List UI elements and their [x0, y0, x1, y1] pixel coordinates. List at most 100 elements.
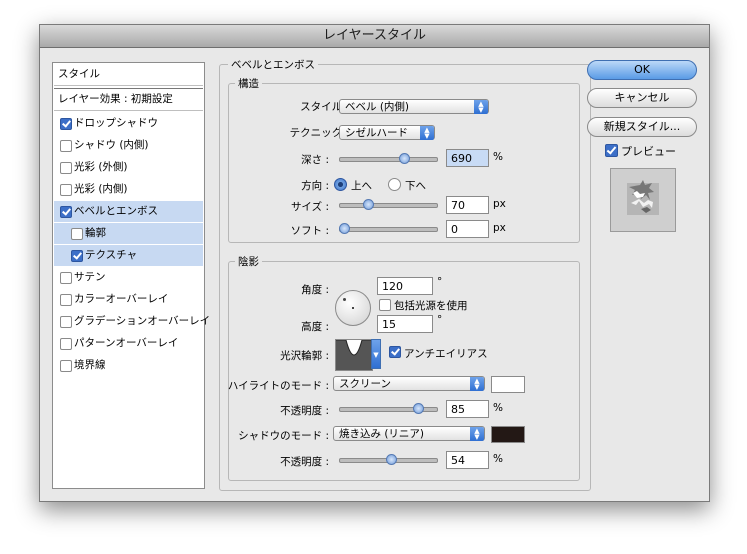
styles-header[interactable]: スタイル	[54, 64, 203, 86]
shadow-opacity-unit: %	[493, 453, 503, 465]
style-item[interactable]: パターンオーバーレイ	[54, 333, 203, 354]
preview-checkbox[interactable]	[605, 144, 618, 157]
bevel-section-title: ベベルとエンボス	[228, 57, 318, 72]
soften-unit: px	[493, 222, 506, 234]
size-slider-thumb[interactable]	[363, 199, 375, 210]
depth-slider-track[interactable]	[339, 157, 438, 162]
style-item-label: 光彩 (外側)	[74, 161, 128, 173]
shadow-color-swatch[interactable]	[491, 426, 525, 443]
shading-title: 陰影	[235, 254, 262, 269]
window-title: レイヤースタイル	[40, 25, 709, 48]
highlight-mode-select[interactable]: スクリーン ▲ ▼	[333, 376, 485, 391]
direction-label: 方向 :	[301, 180, 329, 192]
style-item[interactable]: 境界線	[54, 355, 203, 376]
shadow-opacity-input[interactable]: 54	[446, 451, 489, 469]
gloss-contour-label: 光沢輪郭 :	[280, 350, 329, 362]
style-item-checkbox[interactable]	[60, 162, 72, 174]
structure-group: 構造 スタイル : ベベル (内側) ▲ ▼ テクニック : シゼルハード ▲ ▼ …	[228, 76, 580, 243]
shadow-opacity-label: 不透明度 :	[280, 456, 329, 468]
style-item-label: カラーオーバーレイ	[74, 293, 169, 305]
shadow-mode-select[interactable]: 焼き込み (リニア) ▲ ▼	[333, 426, 485, 441]
contour-curve-icon	[336, 340, 372, 370]
style-item[interactable]: テクスチャ	[54, 245, 203, 266]
angle-unit: °	[437, 276, 443, 288]
gloss-contour-preview[interactable]	[335, 339, 373, 371]
highlight-mode-value: スクリーン	[339, 378, 391, 390]
style-item[interactable]: サテン	[54, 267, 203, 288]
style-item-checkbox[interactable]	[60, 294, 72, 306]
style-item[interactable]: 輪郭	[54, 223, 203, 244]
style-item-checkbox[interactable]	[60, 140, 72, 152]
technique-select-value: シゼルハード	[345, 127, 408, 139]
highlight-opacity-label: 不透明度 :	[280, 405, 329, 417]
style-item[interactable]: ベベルとエンボス	[54, 201, 203, 222]
new-style-button[interactable]: 新規スタイル...	[587, 117, 697, 137]
style-item[interactable]: ドロップシャドウ	[54, 113, 203, 134]
size-unit: px	[493, 198, 506, 210]
style-item[interactable]: 光彩 (外側)	[54, 157, 203, 178]
style-select[interactable]: ベベル (内側) ▲ ▼	[339, 99, 489, 114]
style-item-label: サテン	[74, 271, 106, 283]
angle-input[interactable]: 120	[377, 277, 433, 295]
global-light-label: 包括光源を使用	[394, 300, 468, 312]
preview-label: プレビュー	[621, 145, 676, 158]
style-item-label: シャドウ (内側)	[74, 139, 149, 151]
blend-options-item[interactable]: レイヤー効果 : 初期設定	[54, 88, 203, 111]
style-item-checkbox[interactable]	[71, 250, 83, 262]
highlight-color-swatch[interactable]	[491, 376, 525, 393]
global-light-checkbox[interactable]	[379, 299, 391, 311]
angle-dial-center	[352, 307, 354, 309]
style-item[interactable]: 光彩 (内側)	[54, 179, 203, 200]
style-item-checkbox[interactable]	[60, 316, 72, 328]
soften-slider-thumb[interactable]	[339, 223, 350, 234]
highlight-opacity-unit: %	[493, 402, 503, 414]
style-item-checkbox[interactable]	[60, 184, 72, 196]
size-input[interactable]: 70	[446, 196, 489, 214]
direction-down-label: 下へ	[405, 180, 426, 192]
direction-down-radio[interactable]	[388, 178, 401, 191]
size-slider-track[interactable]	[339, 203, 438, 208]
style-item-checkbox[interactable]	[60, 360, 72, 372]
direction-up-radio[interactable]	[334, 178, 347, 191]
angle-dial[interactable]	[335, 290, 371, 326]
highlight-opacity-thumb[interactable]	[412, 403, 424, 414]
style-item-label: パターンオーバーレイ	[74, 337, 179, 349]
highlight-opacity-input[interactable]: 85	[446, 400, 489, 418]
structure-title: 構造	[235, 76, 262, 91]
technique-select[interactable]: シゼルハード ▲ ▼	[339, 125, 435, 140]
ok-button[interactable]: OK	[587, 60, 697, 80]
style-item-checkbox[interactable]	[60, 272, 72, 284]
style-preview-thumbnail	[610, 168, 676, 232]
size-label: サイズ :	[290, 201, 329, 213]
soften-input[interactable]: 0	[446, 220, 489, 238]
antialias-checkbox[interactable]	[389, 346, 401, 358]
depth-label: 深さ :	[301, 154, 329, 166]
chevron-updown-icon: ▲ ▼	[420, 126, 434, 140]
gloss-contour-dropdown[interactable]: ▼	[371, 339, 381, 369]
shadow-mode-value: 焼き込み (リニア)	[339, 428, 425, 440]
depth-unit: %	[493, 151, 503, 163]
style-item-checkbox[interactable]	[71, 228, 83, 240]
style-item[interactable]: グラデーションオーバーレイ	[54, 311, 210, 332]
depth-input[interactable]: 690	[446, 149, 489, 167]
texture-preview-icon	[627, 180, 659, 215]
chevron-updown-icon: ▲ ▼	[470, 427, 484, 441]
layer-style-dialog: レイヤースタイル スタイル レイヤー効果 : 初期設定 ドロップシャドウシャドウ…	[39, 24, 710, 502]
chevron-updown-icon: ▲ ▼	[470, 377, 484, 391]
style-item-checkbox[interactable]	[60, 118, 72, 130]
altitude-input[interactable]: 15	[377, 315, 433, 333]
style-item-checkbox[interactable]	[60, 338, 72, 350]
altitude-label: 高度 :	[301, 321, 329, 333]
style-item[interactable]: シャドウ (内側)	[54, 135, 203, 156]
altitude-unit: °	[437, 314, 443, 326]
style-item-label: 境界線	[74, 359, 106, 371]
bevel-emboss-group: ベベルとエンボス 構造 スタイル : ベベル (内側) ▲ ▼ テクニック : シ…	[219, 57, 591, 491]
cancel-button[interactable]: キャンセル	[587, 88, 697, 108]
style-item-checkbox[interactable]	[60, 206, 72, 218]
styles-list: スタイル レイヤー効果 : 初期設定 ドロップシャドウシャドウ (内側) 光彩 (…	[52, 62, 210, 489]
depth-slider-thumb[interactable]	[399, 153, 411, 164]
shadow-opacity-thumb[interactable]	[385, 454, 397, 465]
soften-label: ソフト :	[290, 225, 329, 237]
soften-slider-track[interactable]	[339, 227, 438, 232]
style-item[interactable]: カラーオーバーレイ	[54, 289, 203, 310]
